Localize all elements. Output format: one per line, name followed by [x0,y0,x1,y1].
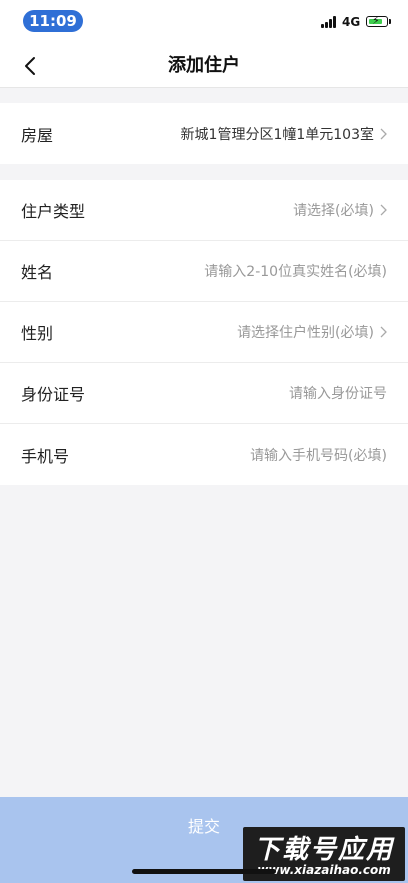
charging-icon: ⚡ [372,14,380,27]
gender-label: 性别 [21,324,54,343]
id-number-row: 身份证号 请输入身份证号 [0,363,408,424]
phone-input[interactable]: 请输入手机号码(必填) [250,445,387,465]
house-label: 房屋 [21,125,54,145]
resident-type-row[interactable]: 住户类型 请选择(必填) [0,180,408,241]
id-number-input[interactable]: 请输入身份证号 [289,383,387,403]
status-bar: 11:09 4G ⚡ [0,0,408,44]
resident-type-select[interactable]: 请选择(必填) [293,200,387,220]
house-value-wrap: 新城1管理分区1幢1单元103室 [181,124,387,144]
gender-select[interactable]: 请选择住户性别(必填) [237,322,387,342]
chevron-right-icon [380,326,387,338]
house-section: 房屋 新城1管理分区1幢1单元103室 [0,103,408,164]
page-title: 添加住户 [168,55,240,76]
house-value: 新城1管理分区1幢1单元103室 [180,126,374,143]
name-row: 姓名 请输入2-10位真实姓名(必填) [0,241,408,302]
battery-cap [389,19,391,24]
resident-form: 住户类型 请选择(必填) 姓名 请输入2-10位真实姓名(必填) 性别 请选择住… [0,180,408,485]
nav-bar: 添加住户 [0,44,408,88]
resident-type-placeholder: 请选择(必填) [293,203,374,219]
watermark-text: 下载号应用 [253,835,394,865]
gender-row[interactable]: 性别 请选择住户性别(必填) [0,302,408,363]
phone-label: 手机号 [21,446,70,466]
signal-icon [321,16,339,28]
name-label: 姓名 [21,263,54,282]
chevron-right-icon [380,204,387,216]
id-number-label: 身份证号 [21,385,86,404]
network-type: 4G [342,15,361,29]
phone-row: 手机号 请输入手机号码(必填) [0,424,408,485]
resident-type-label: 住户类型 [21,202,86,221]
gender-placeholder: 请选择住户性别(必填) [237,325,374,341]
chevron-right-icon [380,128,387,139]
name-input[interactable]: 请输入2-10位真实姓名(必填) [204,261,387,281]
home-indicator [132,869,276,874]
status-time: 11:09 [23,10,83,32]
house-row[interactable]: 房屋 新城1管理分区1幢1单元103室 [0,103,408,164]
